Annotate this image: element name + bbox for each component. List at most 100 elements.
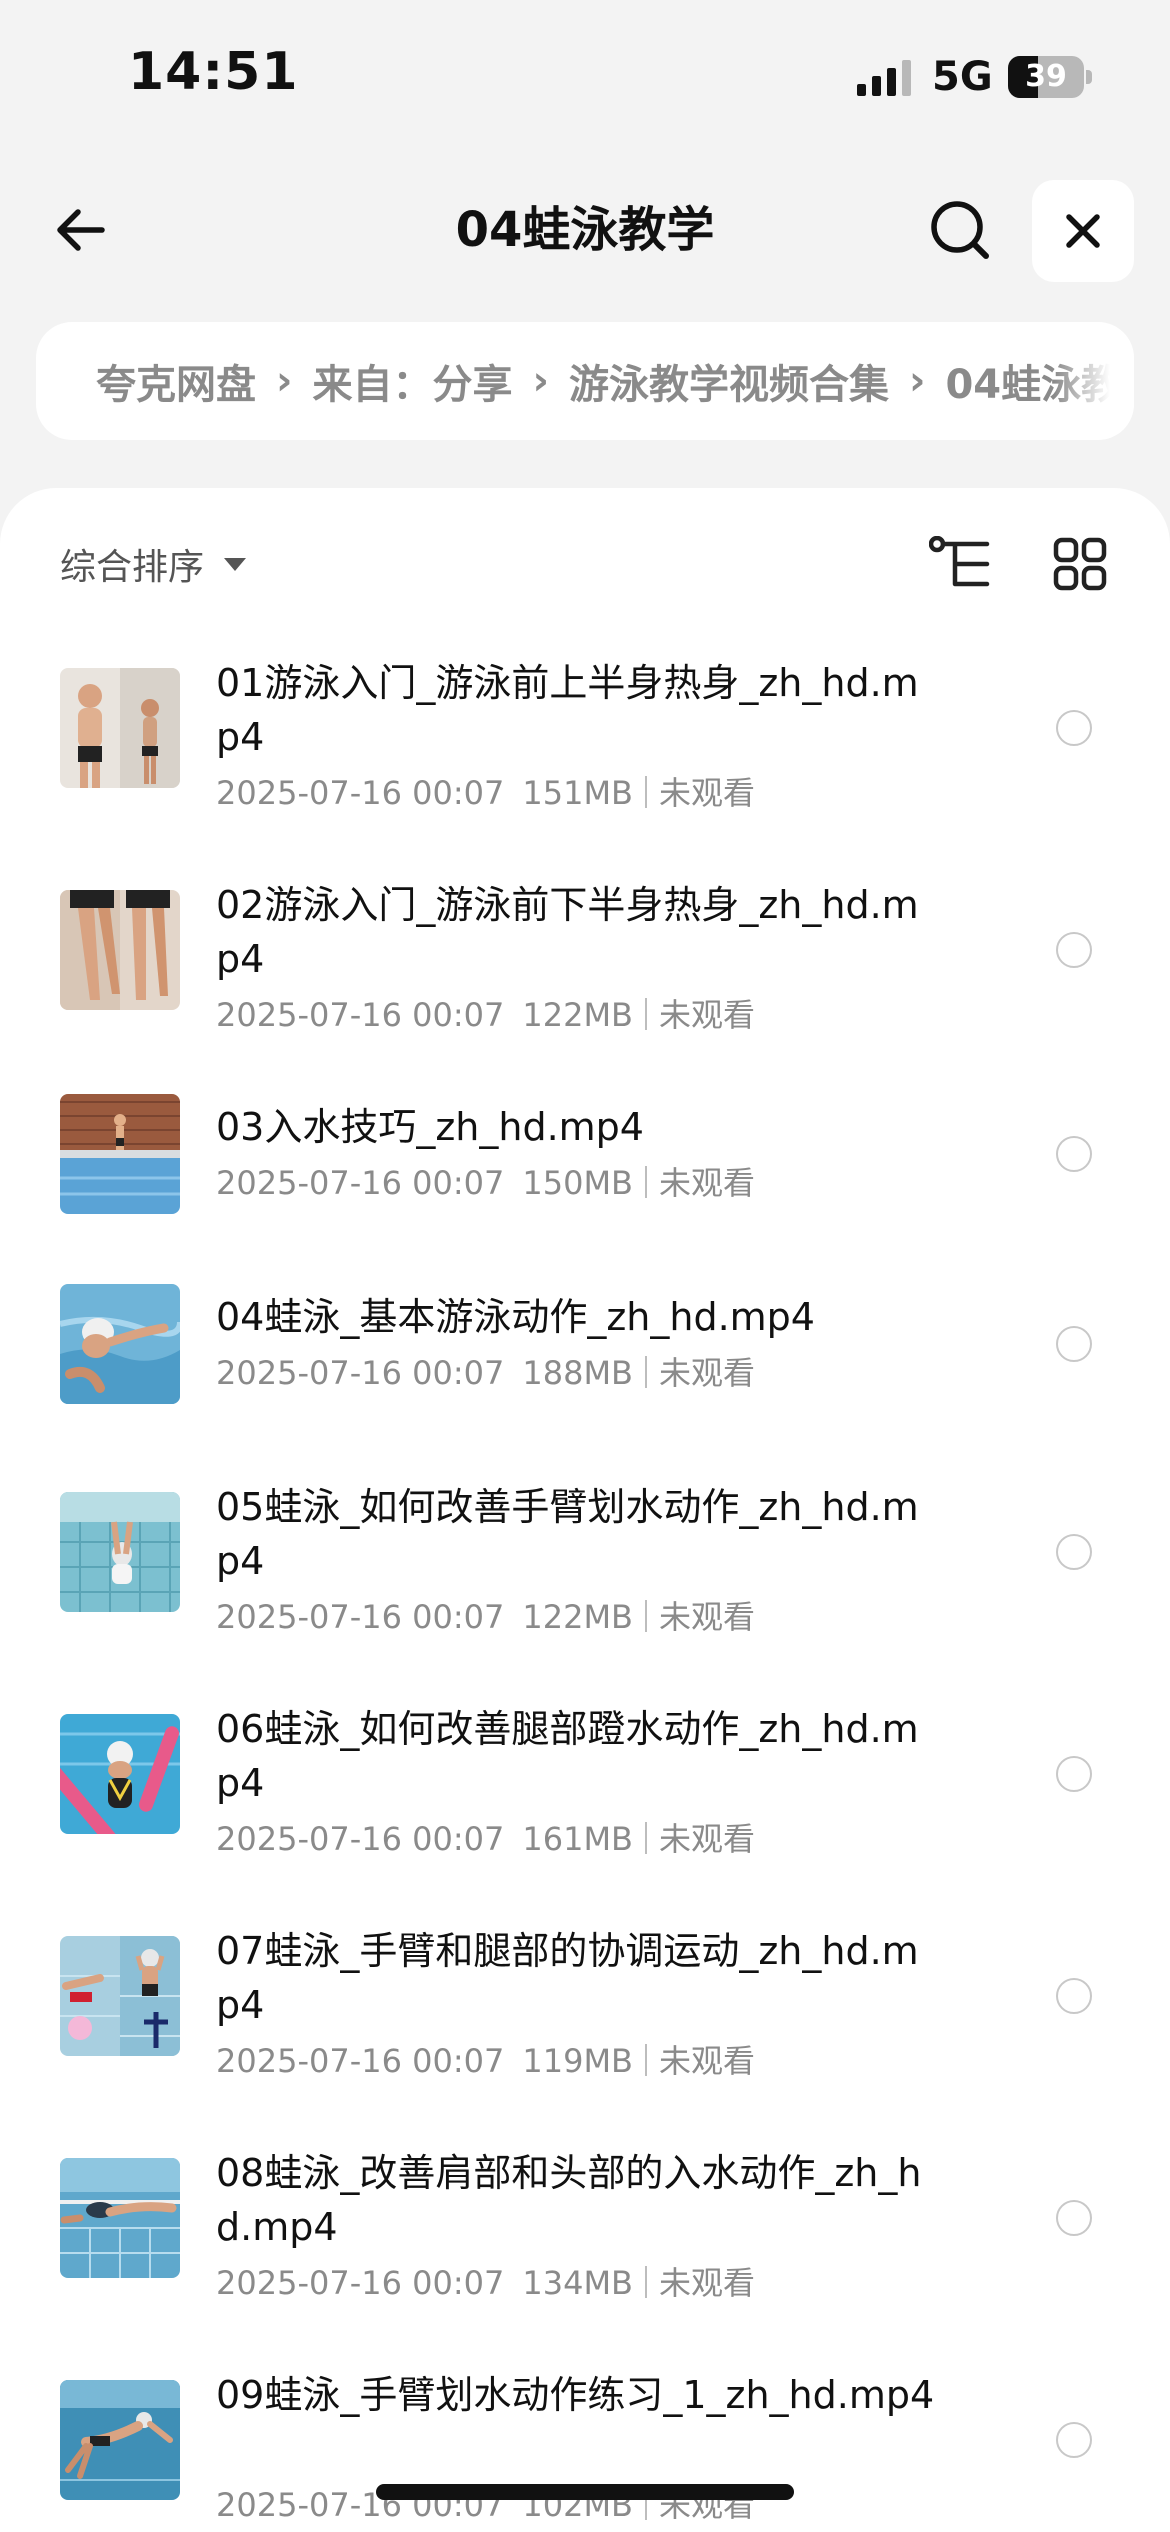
breadcrumb: 夸克网盘›来自：分享›游泳教学视频合集›04蛙泳教学 [36, 322, 1134, 440]
file-panel: 综合排序 01游泳入门_游泳前上半身热身_zh_hd.mp4 2025-07-16… [0, 488, 1170, 2532]
file-date: 2025-07-16 00:07 [216, 2042, 505, 2080]
file-date: 2025-07-16 00:07 [216, 996, 505, 1034]
search-icon [931, 201, 989, 259]
screen: 14:51 5G 39 04蛙泳教学 夸克网盘 › 来自：分享 › 游泳教学视频… [0, 0, 1170, 2532]
chevron-right-icon: › [908, 358, 926, 404]
watch-status: 未观看 [659, 1354, 756, 1392]
radio-icon[interactable] [1056, 1978, 1092, 2014]
tree-view-button[interactable] [926, 530, 994, 598]
file-name: 02游泳入门_游泳前下半身热身_zh_hd.mp4 [216, 883, 919, 981]
network-type: 5G [932, 54, 993, 100]
video-thumbnail [60, 668, 180, 788]
file-meta: 2025-07-16 00:07 134MB 未观看 [216, 2258, 755, 2304]
file-row[interactable]: 05蛙泳_如何改善手臂划水动作_zh_hd.mp4 2025-07-16 00:0… [0, 1480, 1170, 1702]
file-row[interactable]: 01游泳入门_游泳前上半身热身_zh_hd.mp4 2025-07-16 00:0… [0, 656, 1170, 878]
file-size: 134MB [522, 2264, 633, 2302]
file-size: 119MB [522, 2042, 633, 2080]
watch-status: 未观看 [659, 996, 756, 1034]
radio-icon[interactable] [1056, 710, 1092, 746]
file-meta: 2025-07-16 00:07 122MB 未观看 [216, 1592, 755, 1638]
file-meta: 2025-07-16 00:07 188MB 未观看 [216, 1348, 755, 1394]
file-name: 05蛙泳_如何改善手臂划水动作_zh_hd.mp4 [216, 1485, 919, 1583]
file-date: 2025-07-16 00:07 [216, 1820, 505, 1858]
breadcrumb-item[interactable]: 游泳教学视频合集 [569, 352, 889, 410]
sort-dropdown[interactable]: 综合排序 [60, 534, 247, 594]
video-thumbnail [60, 1936, 180, 2056]
tree-view-icon [929, 536, 990, 587]
meta-divider [645, 998, 647, 1030]
file-row[interactable]: 04蛙泳_基本游泳动作_zh_hd.mp4 2025-07-16 00:07 188… [0, 1284, 1170, 1480]
watch-status: 未观看 [659, 2264, 756, 2302]
radio-icon[interactable] [1056, 1534, 1092, 1570]
file-name: 04蛙泳_基本游泳动作_zh_hd.mp4 [216, 1295, 815, 1339]
video-thumbnail [60, 2380, 180, 2500]
chevron-right-icon: › [276, 358, 293, 404]
radio-icon[interactable] [1056, 932, 1092, 968]
cellular-signal-icon [857, 60, 911, 96]
file-meta: 2025-07-16 00:07 119MB 未观看 [216, 2036, 755, 2082]
meta-divider [645, 1600, 647, 1632]
file-date: 2025-07-16 00:07 [216, 1598, 505, 1636]
caret-down-icon [224, 557, 247, 571]
file-name: 06蛙泳_如何改善腿部蹬水动作_zh_hd.mp4 [216, 1707, 919, 1805]
file-name: 01游泳入门_游泳前上半身热身_zh_hd.mp4 [216, 661, 919, 759]
back-arrow-icon [57, 209, 105, 251]
breadcrumb-item[interactable]: 夸克网盘 [96, 352, 256, 410]
file-size: 122MB [522, 1598, 633, 1636]
breadcrumb-fade [1054, 322, 1134, 440]
file-name: 07蛙泳_手臂和腿部的协调运动_zh_hd.mp4 [216, 1929, 919, 2027]
video-thumbnail [60, 2158, 180, 2278]
file-row[interactable]: 02游泳入门_游泳前下半身热身_zh_hd.mp4 2025-07-16 00:0… [0, 878, 1170, 1100]
file-meta: 2025-07-16 00:07 151MB 未观看 [216, 768, 755, 814]
file-date: 2025-07-16 00:07 [216, 1354, 505, 1392]
radio-icon[interactable] [1056, 1756, 1092, 1792]
video-thumbnail [60, 890, 180, 1010]
file-date: 2025-07-16 00:07 [216, 2264, 505, 2302]
file-name: 09蛙泳_手臂划水动作练习_1_zh_hd.mp4 [216, 2373, 935, 2417]
file-row[interactable]: 09蛙泳_手臂划水动作练习_1_zh_hd.mp4 2025-07-16 00:0… [0, 2368, 1170, 2532]
file-size: 188MB [522, 1354, 633, 1392]
radio-icon[interactable] [1056, 1326, 1092, 1362]
battery-level: 39 [1025, 59, 1067, 94]
grid-view-button[interactable] [1046, 530, 1114, 598]
file-meta: 2025-07-16 00:07 150MB 未观看 [216, 1158, 755, 1204]
radio-icon[interactable] [1056, 2422, 1092, 2458]
file-meta: 2025-07-16 00:07 122MB 未观看 [216, 990, 755, 1036]
radio-icon[interactable] [1056, 1136, 1092, 1172]
file-size: 161MB [522, 1820, 633, 1858]
video-thumbnail [60, 1492, 180, 1612]
file-name: 08蛙泳_改善肩部和头部的入水动作_zh_hd.mp4 [216, 2151, 922, 2249]
search-button[interactable] [918, 188, 1002, 272]
watch-status: 未观看 [659, 1820, 756, 1858]
file-size: 122MB [522, 996, 633, 1034]
video-thumbnail [60, 1284, 180, 1404]
back-button[interactable] [40, 190, 120, 270]
radio-icon[interactable] [1056, 2200, 1092, 2236]
file-row[interactable]: 06蛙泳_如何改善腿部蹬水动作_zh_hd.mp4 2025-07-16 00:0… [0, 1702, 1170, 1924]
video-thumbnail [60, 1714, 180, 1834]
file-name: 03入水技巧_zh_hd.mp4 [216, 1105, 644, 1149]
meta-divider [645, 776, 647, 808]
file-row[interactable]: 08蛙泳_改善肩部和头部的入水动作_zh_hd.mp4 2025-07-16 00… [0, 2146, 1170, 2368]
file-meta: 2025-07-16 00:07 161MB 未观看 [216, 1814, 755, 1860]
battery-icon: 39 [1008, 56, 1092, 98]
close-button[interactable] [1032, 180, 1134, 282]
home-indicator [376, 2484, 794, 2500]
file-size: 150MB [522, 1164, 633, 1202]
meta-divider [645, 1822, 647, 1854]
watch-status: 未观看 [659, 1598, 756, 1636]
grid-view-icon [1053, 537, 1107, 591]
status-time: 14:51 [128, 42, 299, 102]
watch-status: 未观看 [659, 2042, 756, 2080]
breadcrumb-item[interactable]: 来自：分享 [312, 352, 512, 410]
file-date: 2025-07-16 00:07 [216, 774, 505, 812]
meta-divider [645, 1166, 647, 1198]
file-row[interactable]: 03入水技巧_zh_hd.mp4 2025-07-16 00:07 150MB 未观看 [0, 1094, 1170, 1290]
chevron-right-icon: › [532, 358, 549, 404]
sort-label: 综合排序 [60, 547, 205, 588]
watch-status: 未观看 [659, 1164, 756, 1202]
meta-divider [645, 2266, 647, 2298]
file-row[interactable]: 07蛙泳_手臂和腿部的协调运动_zh_hd.mp4 2025-07-16 00:0… [0, 1924, 1170, 2146]
file-date: 2025-07-16 00:07 [216, 1164, 505, 1202]
meta-divider [645, 2044, 647, 2076]
